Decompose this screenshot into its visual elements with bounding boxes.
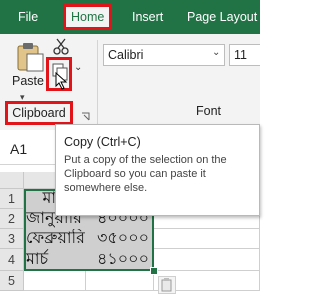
paste-options-button[interactable] [158,276,176,294]
empty-cell[interactable] [86,271,154,291]
font-group-label: Font [196,104,222,118]
paste-icon [17,43,44,72]
paste-label: Paste [12,74,44,88]
tab-page-layout[interactable]: Page Layout [187,0,257,34]
name-box[interactable]: A1 [10,141,27,157]
row-header[interactable]: 3 [0,229,24,249]
paste-options-icon [161,278,172,292]
row-header[interactable]: 2 [0,209,24,229]
font-name-dropdown[interactable]: Calibri [103,44,225,66]
empty-cell[interactable] [154,229,260,249]
row-header[interactable]: 5 [0,271,24,291]
empty-cell[interactable] [24,271,86,291]
fill-handle[interactable] [150,267,158,275]
copy-button[interactable] [46,57,72,91]
font-size-dropdown[interactable]: 11 [229,44,260,66]
tab-file[interactable]: File [18,0,38,34]
tab-insert[interactable]: Insert [132,0,163,34]
tab-home[interactable]: Home [63,4,113,30]
select-all-corner[interactable] [0,172,24,189]
tooltip-description: Put a copy of the selection on the Clipb… [64,154,227,194]
empty-cell[interactable] [154,249,260,271]
row-header[interactable]: 1 [0,189,24,209]
copy-chevron-icon[interactable]: ⌄ [74,62,82,73]
copy-tooltip: Copy (Ctrl+C) Put a copy of the selectio… [55,124,260,216]
cut-button[interactable] [52,37,70,55]
row-header[interactable]: 4 [0,249,24,271]
scissors-icon [53,38,69,55]
cursor-icon [55,72,68,90]
group-separator [97,40,98,124]
font-name-chevron-icon[interactable]: ⌄ [212,47,220,58]
tooltip-title: Copy (Ctrl+C) [64,135,141,149]
clipboard-group-label: Clipboard [5,101,73,125]
dialog-launcher-icon[interactable] [81,108,90,121]
